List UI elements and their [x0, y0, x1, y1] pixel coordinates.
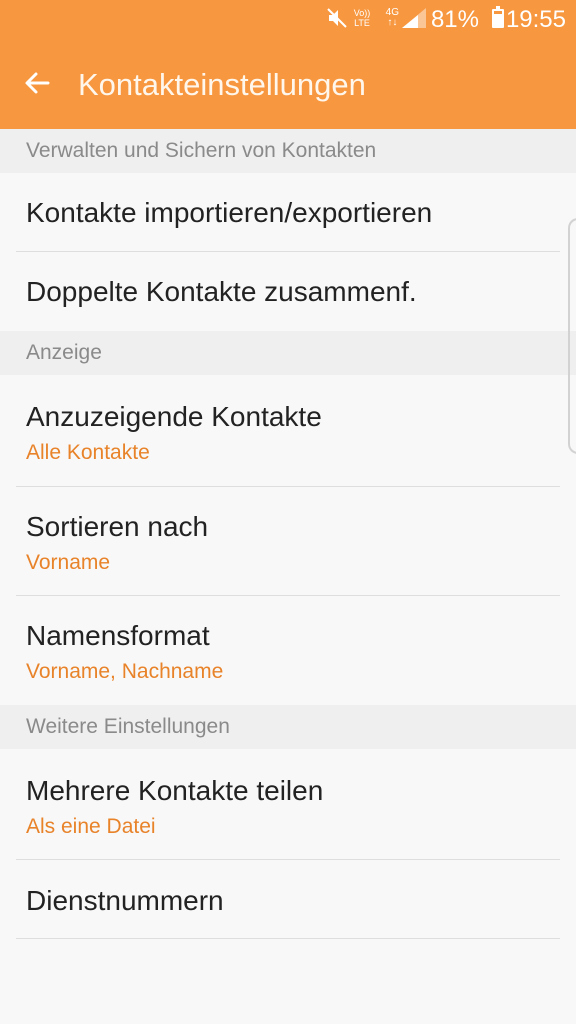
list-item-sort-by[interactable]: Sortieren nach Vorname — [0, 487, 576, 595]
volte-icon: Vo)) LTE — [353, 8, 371, 28]
list-item-title: Anzuzeigende Kontakte — [26, 401, 322, 432]
page-title: Kontakteinstellungen — [78, 67, 366, 102]
list-item-value: Vorname, Nachname — [26, 660, 224, 683]
network-4g-icon: 4G ↑↓ — [385, 7, 399, 28]
list-item-title: Namensformat — [26, 620, 210, 651]
clock: 19:55 — [505, 6, 566, 33]
list-item-value: Alle Kontakte — [26, 441, 150, 464]
list-item-title: Kontakte importieren/exportieren — [26, 197, 433, 228]
arrow-left-icon[interactable] — [20, 65, 56, 101]
section-header-more-settings: Weitere Einstellungen — [0, 705, 576, 749]
list-item-value: Vorname — [26, 551, 111, 574]
app-bar: Kontakteinstellungen — [0, 40, 576, 129]
list-item-value: Als eine Datei — [26, 815, 156, 838]
section-header-manage: Verwalten und Sichern von Kontakten — [0, 129, 576, 173]
status-bar: Vo)) LTE 4G ↑↓ 81% 19:55 — [0, 0, 576, 40]
list-item-name-format[interactable]: Namensformat Vorname, Nachname — [0, 596, 576, 705]
signal-icon — [402, 8, 426, 28]
list-item-title: Doppelte Kontakte zusammenf. — [26, 276, 417, 307]
section-header-display: Anzeige — [0, 331, 576, 375]
scroll-indicator[interactable] — [568, 218, 576, 454]
list-item-title: Dienstnummern — [26, 885, 224, 916]
mute-icon — [327, 8, 347, 28]
list-item-service-numbers[interactable]: Dienstnummern — [0, 860, 576, 938]
battery-fill — [494, 13, 502, 26]
top-bar: Vo)) LTE 4G ↑↓ 81% 19:55 Kontakteinstellu… — [0, 0, 576, 129]
list-item-share-multiple[interactable]: Mehrere Kontakte teilen Als eine Datei — [0, 749, 576, 859]
list-item-import-export[interactable]: Kontakte importieren/exportieren — [0, 173, 576, 252]
list-item-merge-duplicates[interactable]: Doppelte Kontakte zusammenf. — [0, 252, 576, 331]
network-label: 4G — [385, 7, 399, 18]
battery-icon — [492, 6, 504, 28]
list-item-contacts-to-display[interactable]: Anzuzeigende Kontakte Alle Kontakte — [0, 375, 576, 486]
battery-percent: 81% — [430, 6, 479, 33]
list-item-title: Mehrere Kontakte teilen — [26, 775, 324, 806]
divider — [16, 938, 560, 939]
list-item-title: Sortieren nach — [26, 511, 209, 542]
